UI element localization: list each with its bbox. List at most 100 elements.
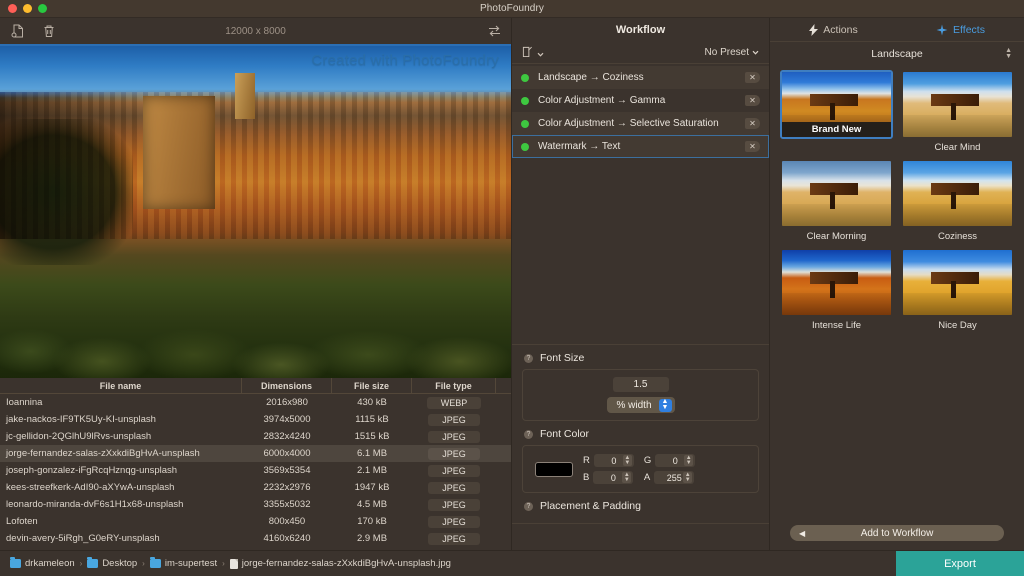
font-color-swatch[interactable] <box>535 461 573 477</box>
workflow-enabled-toggle[interactable] <box>521 119 529 128</box>
breadcrumb-item[interactable]: im-supertest <box>149 557 217 569</box>
table-row[interactable]: jorge-fernandez-salas-zXxkdiBgHvA-unspla… <box>0 445 511 462</box>
edit-square-icon <box>522 44 533 62</box>
effect-cell[interactable]: Nice Day <box>901 248 1014 331</box>
file-table: File name Dimensions File size File type… <box>0 378 511 550</box>
workflow-enabled-toggle[interactable] <box>521 73 529 82</box>
effect-thumbnail[interactable] <box>780 159 893 228</box>
workflow-item[interactable]: Color Adjustment → Gamma ✕ <box>512 89 769 112</box>
table-row[interactable]: jc-gellidon-2QGlhU9lRvs-unsplash 2832x424… <box>0 428 511 445</box>
table-row[interactable]: Lofoten 800x450 170 kB JPEG <box>0 513 511 530</box>
stepper-icon[interactable]: ▲ ▼ <box>658 398 672 412</box>
file-type-badge: JPEG <box>428 515 480 528</box>
image-dimensions: 12000 x 8000 <box>225 25 286 37</box>
delete-tag-icon[interactable]: ✕ <box>745 72 760 83</box>
effect-cell[interactable]: Clear Mind <box>901 70 1014 153</box>
tab-actions[interactable]: Actions <box>770 18 897 41</box>
rgba-channel-input[interactable]: 255 ▲ ▼ <box>654 471 695 484</box>
file-type-badge: JPEG <box>428 481 480 494</box>
effect-thumbnail[interactable] <box>780 248 893 317</box>
help-icon[interactable]: ? <box>524 429 533 439</box>
column-header-file-size[interactable]: File size <box>332 378 412 393</box>
stepper-icon[interactable]: ▲ ▼ <box>622 472 632 483</box>
rgba-channel-input[interactable]: 0 ▲ ▼ <box>593 454 634 467</box>
table-row[interactable]: leonardo-miranda-dvF6s1H1x68-unsplash 335… <box>0 496 511 513</box>
effect-cell[interactable]: Clear Morning <box>780 159 893 242</box>
rgba-channel-input[interactable]: 0 ▲ ▼ <box>655 454 696 467</box>
main-body: 12000 x 8000 Created with PhotoFoundry F… <box>0 18 1024 550</box>
delete-tag-icon[interactable]: ✕ <box>745 141 760 152</box>
file-type-badge: JPEG <box>428 498 480 511</box>
workflow-enabled-toggle[interactable] <box>521 96 529 105</box>
tab-effects[interactable]: Effects <box>897 18 1024 41</box>
stepper-icon[interactable]: ▲ ▼ <box>1005 47 1012 60</box>
effect-cell[interactable]: Brand New <box>780 70 893 153</box>
preset-selector[interactable]: No Preset <box>705 47 759 58</box>
column-header-file-name[interactable]: File name <box>0 378 242 393</box>
rgba-channel-label: R <box>583 455 590 466</box>
rgba-channel-r: R 0 ▲ ▼ <box>583 454 634 467</box>
placement-section-header[interactable]: ? Placement & Padding <box>512 493 769 517</box>
cell-file-name: leonardo-miranda-dvF6s1H1x68-unsplash <box>6 499 184 510</box>
workflow-item[interactable]: Landscape → Coziness ✕ <box>512 66 769 89</box>
effects-category-selector[interactable]: Landscape ▲ ▼ <box>770 42 1024 66</box>
effect-thumbnail[interactable]: Brand New <box>780 70 893 139</box>
tab-actions-label: Actions <box>823 23 858 36</box>
swap-arrows-icon[interactable] <box>485 22 503 40</box>
stepper-icon[interactable]: ▲ ▼ <box>684 455 694 466</box>
font-size-unit-select[interactable]: % width ▲ ▼ <box>606 397 675 413</box>
column-header-spacer <box>496 378 511 393</box>
stepper-icon[interactable]: ▲ ▼ <box>683 472 693 483</box>
effect-preview-image <box>903 250 1012 315</box>
table-row[interactable]: jake-nackos-IF9TK5Uy-KI-unsplash 3974x500… <box>0 411 511 428</box>
breadcrumb-item[interactable]: jorge-fernandez-salas-zXxkdiBgHvA-unspla… <box>229 558 451 569</box>
stepper-icon[interactable]: ▲ ▼ <box>622 455 632 466</box>
table-row[interactable]: Ioannina 2016x980 430 kB WEBP <box>0 394 511 411</box>
breadcrumb-item[interactable]: Desktop <box>87 557 137 569</box>
cell-file-name: jorge-fernandez-salas-zXxkdiBgHvA-unspla… <box>6 448 200 459</box>
export-button[interactable]: Export <box>896 551 1024 576</box>
table-row[interactable]: devin-avery-5iRgh_G0eRY-unsplash 4160x624… <box>0 530 511 547</box>
breadcrumb-label: drkameleon <box>25 558 75 569</box>
workflow-item-label: Color Adjustment → Gamma <box>538 95 666 106</box>
delete-tag-icon[interactable]: ✕ <box>745 95 760 106</box>
column-header-file-type[interactable]: File type <box>412 378 496 393</box>
delete-tag-icon[interactable]: ✕ <box>745 118 760 129</box>
effect-cell[interactable]: Coziness <box>901 159 1014 242</box>
tab-effects-label: Effects <box>953 23 985 36</box>
workflow-toolbar: No Preset <box>512 42 769 64</box>
effect-thumbnail[interactable] <box>901 159 1014 228</box>
help-icon[interactable]: ? <box>524 353 533 363</box>
workflow-item[interactable]: Color Adjustment → Selective Saturation ✕ <box>512 112 769 135</box>
breadcrumb-separator: › <box>222 559 225 568</box>
effect-label: Nice Day <box>938 320 977 331</box>
add-to-workflow-button[interactable]: ◀ Add to Workflow <box>790 525 1004 541</box>
workflow-enabled-toggle[interactable] <box>521 142 529 151</box>
effect-cell[interactable]: Intense Life <box>780 248 893 331</box>
effect-thumbnail[interactable] <box>901 70 1014 139</box>
folder-icon <box>149 557 161 568</box>
new-workflow-button[interactable] <box>522 44 544 62</box>
image-canvas[interactable]: Created with PhotoFoundry <box>0 44 511 378</box>
font-color-heading: Font Color <box>540 428 590 440</box>
rgba-channel-b: B 0 ▲ ▼ <box>583 471 634 484</box>
document-add-icon[interactable] <box>8 22 26 40</box>
column-header-dimensions[interactable]: Dimensions <box>242 378 332 393</box>
image-toolbar: 12000 x 8000 <box>0 18 511 44</box>
rgba-channel-input[interactable]: 0 ▲ ▼ <box>593 471 634 484</box>
cell-spacer <box>496 513 511 530</box>
table-row[interactable]: kees-streefkerk-AdI90-aXYwA-unsplash 2232… <box>0 479 511 496</box>
font-size-input[interactable]: 1.5 <box>612 377 669 392</box>
trash-icon[interactable] <box>40 22 58 40</box>
watermark-text: Created with PhotoFoundry <box>311 52 499 69</box>
table-row[interactable]: joseph-gonzalez-iFgRcqHznqg-unsplash 3569… <box>0 462 511 479</box>
help-icon[interactable]: ? <box>524 501 533 511</box>
effect-thumbnail[interactable] <box>901 248 1014 317</box>
placement-heading: Placement & Padding <box>540 500 641 512</box>
cell-file-name: devin-avery-5iRgh_G0eRY-unsplash <box>6 533 160 544</box>
breadcrumb-item[interactable]: drkameleon <box>10 557 75 569</box>
cell-spacer <box>496 462 511 479</box>
workflow-item[interactable]: Watermark → Text ✕ <box>512 135 769 158</box>
cell-file-name: Ioannina <box>6 397 43 408</box>
workflow-item-label: Landscape → Coziness <box>538 72 644 83</box>
